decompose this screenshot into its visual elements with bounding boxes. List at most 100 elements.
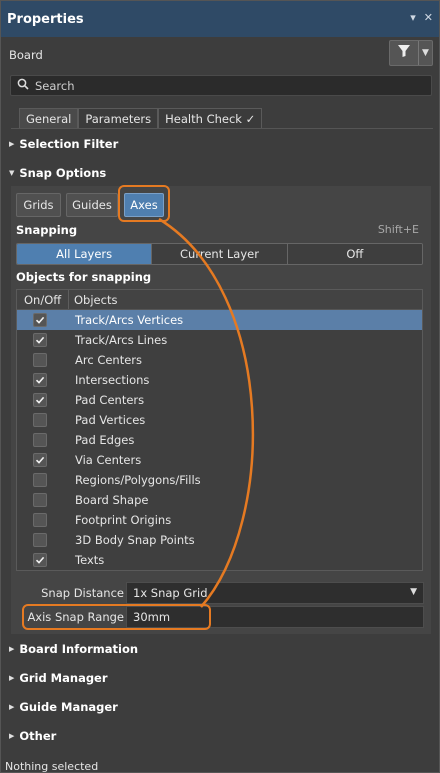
table-row[interactable]: Texts (17, 550, 422, 570)
axis-snap-range-row: Axis Snap Range 30mm (16, 606, 424, 628)
panel-titlebar: Properties ▾ ✕ (1, 1, 439, 37)
check-icon (35, 336, 45, 344)
snap-checkbox[interactable] (33, 393, 47, 407)
object-name: 3D Body Snap Points (75, 533, 195, 547)
object-name: Board Shape (75, 493, 149, 507)
object-name: Pad Edges (75, 433, 135, 447)
snap-checkbox[interactable] (33, 433, 47, 447)
table-row[interactable]: Footprint Origins (17, 510, 422, 530)
off-option[interactable]: Off (287, 244, 422, 264)
chevron-down-icon[interactable]: ▼ (418, 41, 432, 65)
current-layer-option[interactable]: Current Layer (152, 244, 288, 264)
grids-button[interactable]: Grids (16, 193, 61, 217)
chevron-down-icon: ▼ (410, 587, 417, 597)
object-name: Track/Arcs Lines (75, 333, 168, 347)
search-input[interactable] (35, 76, 425, 95)
snap-checkbox[interactable] (33, 373, 47, 387)
snap-checkbox[interactable] (33, 533, 47, 547)
chevron-right-icon: ▶ (9, 140, 15, 148)
section-grid-manager[interactable]: ▶ Grid Manager (9, 669, 108, 687)
objects-table: On/Off Objects Track/Arcs Vertices Track/… (16, 289, 423, 571)
snap-checkbox[interactable] (33, 453, 47, 467)
snap-checkbox[interactable] (33, 473, 47, 487)
board-label: Board (9, 48, 43, 62)
object-name: Track/Arcs Vertices (75, 313, 184, 327)
status-text: Nothing selected (5, 760, 99, 773)
tab-parameters[interactable]: Parameters (78, 108, 159, 128)
snap-checkbox[interactable] (33, 493, 47, 507)
table-row[interactable]: Arc Centers (17, 350, 422, 370)
snap-checkbox[interactable] (33, 313, 47, 327)
guides-button[interactable]: Guides (66, 193, 118, 217)
table-row[interactable]: Board Shape (17, 490, 422, 510)
section-snap-options[interactable]: ▼ Snap Options (9, 164, 106, 182)
tab-general[interactable]: General (19, 108, 79, 128)
snapping-label: Snapping (16, 223, 78, 237)
snap-checkbox[interactable] (33, 513, 47, 527)
section-guide-manager[interactable]: ▶ Guide Manager (9, 698, 118, 716)
chevron-right-icon: ▶ (9, 674, 15, 682)
filter-button[interactable]: ▼ (389, 40, 433, 66)
object-name: Pad Vertices (75, 413, 146, 427)
tab-bar: General Parameters Health Check ✓ (19, 108, 263, 128)
onoff-column-header[interactable]: On/Off (17, 290, 69, 309)
axis-snap-range-value: 30mm (133, 610, 171, 624)
all-layers-option[interactable]: All Layers (17, 244, 153, 264)
section-label: Board Information (19, 642, 139, 656)
snap-checkbox[interactable] (33, 353, 47, 367)
snap-checkbox[interactable] (33, 333, 47, 347)
chevron-right-icon: ▶ (9, 645, 15, 653)
check-icon (35, 556, 45, 564)
object-name: Regions/Polygons/Fills (75, 473, 201, 487)
section-label: Snap Options (19, 166, 107, 180)
search-box[interactable] (10, 75, 432, 96)
object-name: Arc Centers (75, 353, 143, 367)
chevron-down-icon: ▼ (9, 169, 15, 177)
objects-for-snapping-label: Objects for snapping (16, 270, 152, 284)
check-icon (35, 396, 45, 404)
section-selection-filter[interactable]: ▶ Selection Filter (9, 135, 118, 153)
section-board-information[interactable]: ▶ Board Information (9, 640, 138, 658)
pin-icon[interactable]: ▾ (410, 11, 416, 24)
table-row[interactable]: 3D Body Snap Points (17, 530, 422, 550)
table-row[interactable]: Track/Arcs Vertices (17, 310, 422, 330)
object-name: Intersections (75, 373, 150, 387)
snap-distance-select[interactable]: 1x Snap Grid ▼ (126, 582, 424, 604)
snap-checkbox[interactable] (33, 413, 47, 427)
table-row[interactable]: Regions/Polygons/Fills (17, 470, 422, 490)
objects-column-header[interactable]: Objects (69, 293, 117, 307)
panel-title: Properties (7, 11, 84, 27)
chevron-right-icon: ▶ (9, 732, 15, 740)
tab-divider (11, 128, 433, 129)
snapping-shortcut: Shift+E (377, 223, 419, 236)
table-row[interactable]: Intersections (17, 370, 422, 390)
object-name: Texts (75, 553, 105, 567)
table-row[interactable]: Pad Edges (17, 430, 422, 450)
table-row[interactable]: Pad Vertices (17, 410, 422, 430)
section-other[interactable]: ▶ Other (9, 727, 56, 745)
section-label: Other (19, 729, 57, 743)
table-row[interactable]: Pad Centers (17, 390, 422, 410)
check-icon (35, 456, 45, 464)
object-name: Pad Centers (75, 393, 145, 407)
axis-snap-range-label: Axis Snap Range (27, 610, 124, 624)
snap-distance-row: Snap Distance 1x Snap Grid ▼ (16, 582, 424, 604)
axes-button[interactable]: Axes (124, 193, 164, 217)
check-icon (35, 376, 45, 384)
filter-icon (390, 45, 418, 61)
section-label: Selection Filter (19, 137, 119, 151)
board-row: Board ▼ (9, 40, 433, 67)
axis-snap-range-input[interactable]: 30mm (126, 606, 424, 628)
snap-distance-value: 1x Snap Grid (133, 586, 208, 600)
table-row[interactable]: Via Centers (17, 450, 422, 470)
object-name: Footprint Origins (75, 513, 172, 527)
snap-distance-label: Snap Distance (41, 586, 124, 600)
table-row[interactable]: Track/Arcs Lines (17, 330, 422, 350)
close-icon[interactable]: ✕ (424, 11, 433, 24)
tab-health-check[interactable]: Health Check ✓ (158, 108, 263, 128)
objects-rows: Track/Arcs Vertices Track/Arcs Lines Arc C… (17, 310, 422, 570)
snap-checkbox[interactable] (33, 553, 47, 567)
properties-panel: Properties ▾ ✕ Board ▼ General Parameter… (0, 0, 440, 773)
search-icon (17, 78, 29, 93)
section-label: Guide Manager (19, 700, 118, 714)
